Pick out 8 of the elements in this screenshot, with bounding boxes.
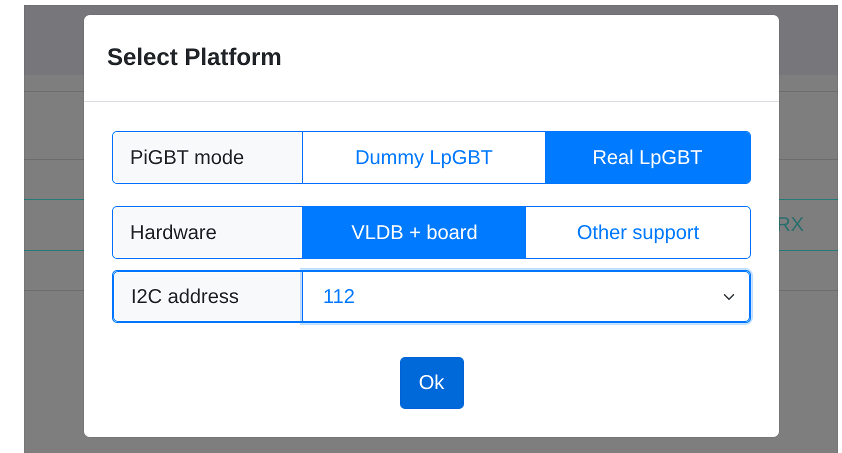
dialog-title: Select Platform [107, 44, 282, 72]
toggle-button[interactable]: VLDB + board [303, 207, 526, 258]
select-field[interactable]: 112 [303, 271, 750, 322]
field-label: I2C address [113, 271, 303, 322]
ok-button[interactable]: Ok [400, 357, 464, 409]
field-label: Hardware [113, 207, 303, 258]
field-label: PiGBT mode [113, 132, 303, 183]
toggle-button[interactable]: Real LpGBT [545, 132, 750, 183]
